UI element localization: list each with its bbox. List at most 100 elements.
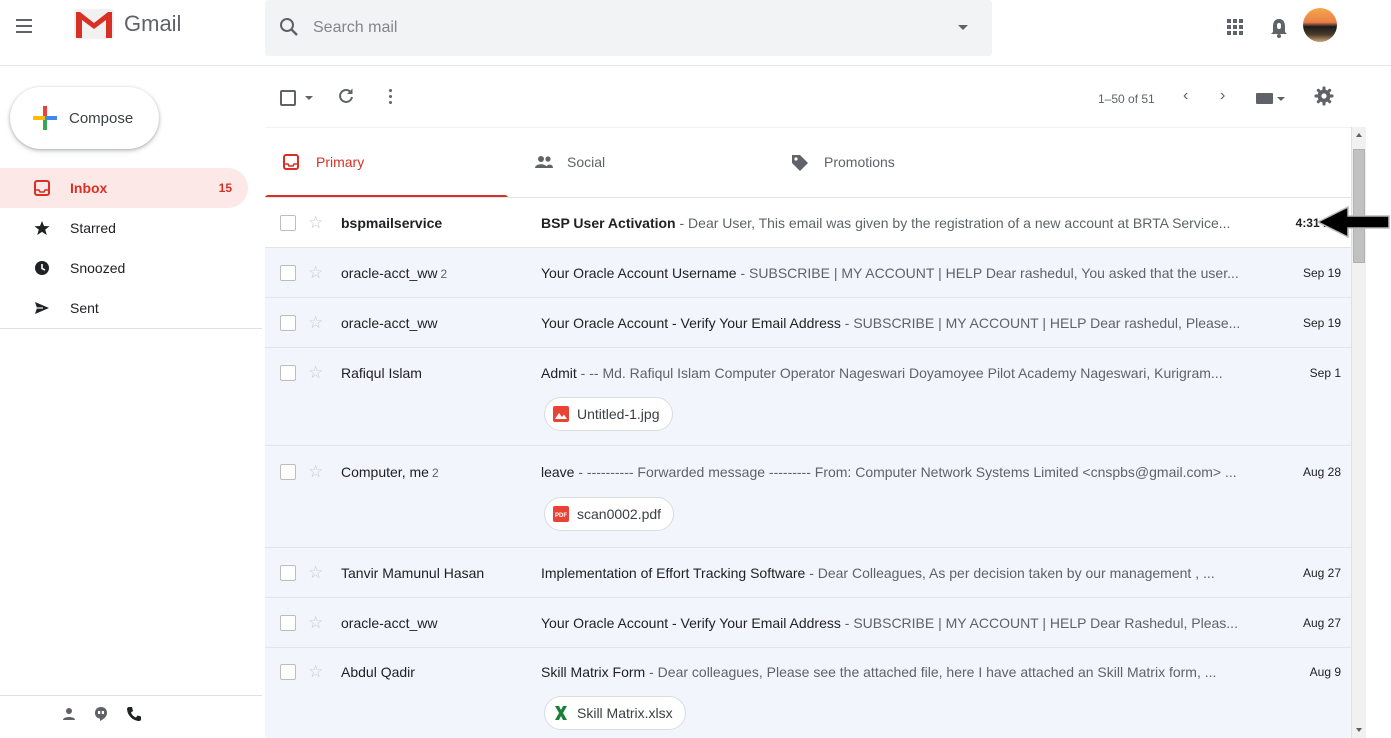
- plus-icon: [33, 106, 57, 130]
- sidebar-item-snoozed[interactable]: Snoozed: [0, 248, 262, 288]
- subject-line: BSP User Activation - Dear User, This em…: [541, 215, 1231, 231]
- list-toolbar: 1–50 of 51 ‹ ›: [265, 67, 1391, 127]
- attachment-name: scan0002.pdf: [577, 506, 662, 522]
- apps-grid-icon[interactable]: [1227, 19, 1243, 35]
- clock-icon: [34, 260, 50, 276]
- attachment-name: Skill Matrix.xlsx: [577, 705, 673, 721]
- sidebar-item-label: Starred: [70, 220, 116, 236]
- phone-icon[interactable]: [126, 706, 142, 722]
- inbox-icon: [34, 180, 50, 196]
- tab-promotions[interactable]: Promotions: [773, 128, 1016, 198]
- send-icon: [34, 300, 50, 316]
- keyboard-icon[interactable]: [1256, 93, 1273, 104]
- row-checkbox[interactable]: [280, 265, 296, 281]
- star-icon[interactable]: ☆: [308, 463, 323, 480]
- received-date: Aug 27: [1302, 566, 1341, 580]
- chevron-left-icon[interactable]: ‹: [1183, 87, 1188, 105]
- star-icon[interactable]: ☆: [308, 614, 323, 631]
- select-options-chevron-icon[interactable]: [305, 96, 313, 100]
- star-icon[interactable]: ☆: [308, 663, 323, 680]
- sidebar-item-inbox[interactable]: Inbox 15: [0, 168, 248, 208]
- message-row[interactable]: ☆ Abdul Qadir Skill Matrix Form - Dear c…: [265, 647, 1351, 738]
- received-date: Aug 27: [1302, 616, 1341, 630]
- tab-social[interactable]: Social: [516, 128, 759, 198]
- subject-line: Your Oracle Account - Verify Your Email …: [541, 315, 1241, 331]
- refresh-icon[interactable]: [337, 87, 355, 105]
- sender: Abdul Qadir: [341, 664, 415, 680]
- star-icon[interactable]: ☆: [308, 314, 323, 331]
- sender: Computer, me 2: [341, 464, 439, 480]
- message-row[interactable]: ☆ oracle-acct_ww Your Oracle Account - V…: [265, 597, 1351, 647]
- message-row[interactable]: ☆ bspmailservice BSP User Activation - D…: [265, 197, 1351, 247]
- sender: oracle-acct_ww: [341, 315, 438, 331]
- message-row[interactable]: ☆ oracle-acct_ww Your Oracle Account - V…: [265, 297, 1351, 347]
- row-checkbox[interactable]: [280, 615, 296, 631]
- tab-label: Primary: [316, 154, 365, 170]
- received-date: Aug 28: [1302, 465, 1341, 479]
- notifications-icon[interactable]: [1271, 18, 1287, 38]
- subject-line: Admit - -- Md. Rafiqul Islam Computer Op…: [541, 365, 1223, 381]
- hangouts-icon[interactable]: [94, 706, 108, 722]
- row-checkbox[interactable]: [280, 315, 296, 331]
- star-icon[interactable]: ☆: [308, 214, 323, 231]
- row-checkbox[interactable]: [280, 215, 296, 231]
- sender: oracle-acct_ww: [341, 615, 438, 631]
- sender: Rafiqul Islam: [341, 365, 422, 381]
- row-checkbox[interactable]: [280, 664, 296, 680]
- main-menu-icon[interactable]: [8, 8, 40, 44]
- search-bar[interactable]: [265, 0, 992, 56]
- message-row[interactable]: ☆ oracle-acct_ww 2 Your Oracle Account Us…: [265, 247, 1351, 297]
- star-icon[interactable]: ☆: [308, 364, 323, 381]
- unread-count: 15: [218, 181, 232, 195]
- message-row[interactable]: ☆ Tanvir Mamunul Hasan Implementation of…: [265, 547, 1351, 597]
- input-tools-chevron-icon[interactable]: [1277, 97, 1285, 101]
- attachment-chip[interactable]: Skill Matrix.xlsx: [544, 696, 686, 730]
- app-name: Gmail: [124, 11, 182, 36]
- received-date: Aug 9: [1309, 665, 1341, 679]
- message-row[interactable]: ☆ Computer, me 2 leave - ---------- Forwa…: [265, 445, 1351, 547]
- gmail-m-icon: [74, 9, 114, 39]
- search-icon[interactable]: [279, 17, 299, 37]
- star-icon[interactable]: ☆: [308, 264, 323, 281]
- hangouts-bar: [62, 706, 142, 722]
- row-checkbox[interactable]: [280, 565, 296, 581]
- tab-label: Promotions: [824, 154, 895, 170]
- sender: bspmailservice: [341, 215, 443, 231]
- search-options-icon[interactable]: [958, 25, 968, 30]
- message-list: ☆ bspmailservice BSP User Activation - D…: [265, 197, 1351, 738]
- gmail-logo[interactable]: Gmail: [74, 9, 181, 39]
- tag-icon: [792, 155, 808, 171]
- received-date: Sep 1: [1309, 366, 1341, 380]
- sidebar-item-label: Inbox: [70, 180, 108, 196]
- sidebar-divider: [0, 695, 262, 696]
- scroll-down-icon[interactable]: [1356, 728, 1362, 732]
- received-date: Sep 19: [1302, 316, 1341, 330]
- image-file-icon: [553, 406, 569, 422]
- account-avatar[interactable]: [1303, 8, 1337, 42]
- star-icon: [34, 220, 50, 236]
- gear-icon[interactable]: [1314, 86, 1334, 106]
- select-all-checkbox[interactable]: [280, 90, 296, 106]
- sidebar-item-sent[interactable]: Sent: [0, 288, 262, 328]
- attachment-chip[interactable]: Untitled-1.jpg: [544, 397, 673, 431]
- app-header: Gmail: [0, 0, 1391, 66]
- attachment-chip[interactable]: PDF scan0002.pdf: [544, 497, 675, 531]
- sidebar-nav: Inbox 15 Starred Snoozed Sent: [0, 168, 262, 328]
- sender: Tanvir Mamunul Hasan: [341, 565, 485, 581]
- sidebar-item-starred[interactable]: Starred: [0, 208, 262, 248]
- row-checkbox[interactable]: [280, 365, 296, 381]
- message-row[interactable]: ☆ Rafiqul Islam Admit - -- Md. Rafiqul I…: [265, 347, 1351, 445]
- chevron-right-icon[interactable]: ›: [1220, 87, 1225, 105]
- compose-button[interactable]: Compose: [10, 87, 159, 149]
- star-icon[interactable]: ☆: [308, 564, 323, 581]
- received-date: Sep 19: [1302, 266, 1341, 280]
- search-input[interactable]: [313, 14, 933, 42]
- pdf-file-icon: PDF: [553, 506, 569, 522]
- tab-primary[interactable]: Primary: [265, 128, 508, 198]
- row-checkbox[interactable]: [280, 464, 296, 480]
- subject-line: Your Oracle Account Username - SUBSCRIBE…: [541, 265, 1239, 281]
- scroll-up-icon[interactable]: [1356, 133, 1362, 137]
- more-actions-icon[interactable]: [389, 89, 392, 104]
- contacts-icon[interactable]: [62, 707, 76, 721]
- subject-line: Skill Matrix Form - Dear colleagues, Ple…: [541, 664, 1217, 680]
